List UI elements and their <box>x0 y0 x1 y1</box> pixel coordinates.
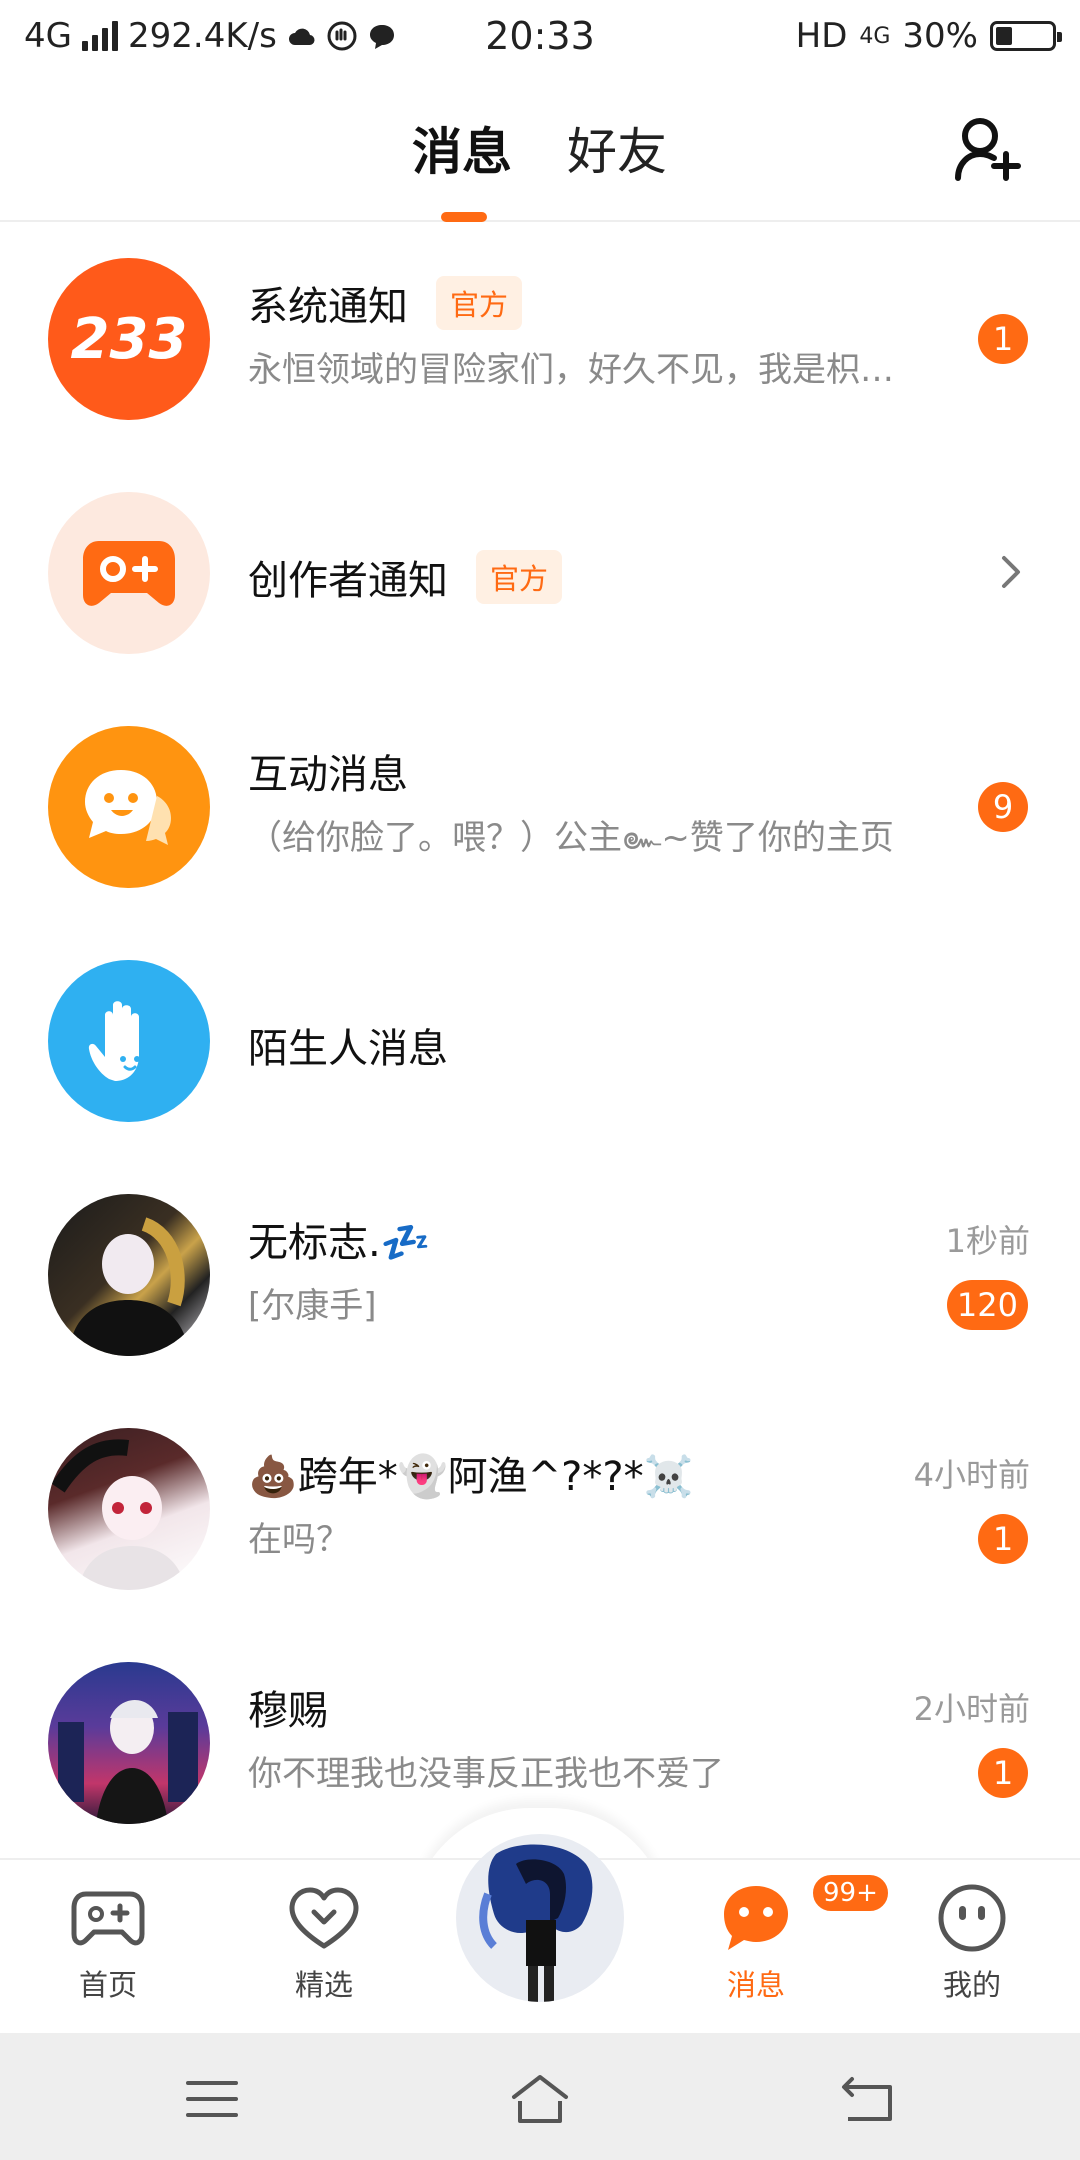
avatar <box>48 1428 210 1590</box>
unread-count: 9 <box>978 782 1028 832</box>
character-avatar <box>479 1844 593 2002</box>
smile-bubble-icon <box>85 770 171 845</box>
nav-me[interactable]: 我的 <box>892 1880 1052 2004</box>
heart-chat-icon <box>289 1887 359 1949</box>
item-preview: 永恒领域的冒险家们，好久不见，我是枳… <box>248 350 894 390</box>
status-bar: 4G 292.4K/s 20:33 HD 4G 30% <box>0 0 1080 72</box>
item-title: 创作者通知 <box>248 558 448 604</box>
unread-count: 1 <box>978 314 1028 364</box>
nav-unread-badge: 99+ <box>810 1872 891 1914</box>
item-time: 1秒前 <box>945 1222 1030 1260</box>
tab-messages[interactable]: 消息 <box>412 112 512 184</box>
face-icon <box>938 1884 1006 1952</box>
unread-count: 1 <box>978 1748 1028 1798</box>
list-item-system-notice[interactable]: 233 系统通知 官方 永恒领域的冒险家们，好久不见，我是枳… 1 <box>0 222 1080 456</box>
hand-wave-icon <box>88 1001 140 1081</box>
chat-app-icon <box>369 25 394 49</box>
official-badge: 官方 <box>476 550 563 604</box>
list-item-chat[interactable]: 无标志.💤 [尔康手] 1秒前 120 <box>0 1158 1080 1392</box>
system-avatar: 233 <box>48 258 210 420</box>
item-title: 无标志.💤 <box>248 1220 431 1266</box>
message-bubble-icon <box>724 1886 788 1950</box>
item-title: 穆赐 <box>248 1688 328 1734</box>
nav-home[interactable]: 首页 <box>28 1880 188 2004</box>
system-nav-bar <box>0 2033 1080 2160</box>
avatar <box>48 1194 210 1356</box>
menu-icon[interactable] <box>182 2071 242 2127</box>
nav-messages[interactable]: 99+ 消息 <box>676 1872 891 2004</box>
item-preview: [尔康手] <box>248 1286 377 1326</box>
network-type: 4G <box>24 16 72 56</box>
nav-label: 我的 <box>942 1968 1001 2002</box>
cloud-icon <box>288 28 315 46</box>
item-time: 2小时前 <box>913 1690 1030 1728</box>
user-figure-icon <box>68 1217 190 1356</box>
interaction-avatar <box>48 726 210 888</box>
unread-count: 1 <box>978 1514 1028 1564</box>
user-figure-icon <box>51 1439 186 1590</box>
chevron-right-icon <box>1002 556 1020 588</box>
official-badge: 官方 <box>436 276 523 330</box>
item-preview: （给你脸了。喂？）公主๛~赞了你的主页 <box>248 818 894 858</box>
header: 消息 好友 <box>0 72 1080 222</box>
stranger-avatar <box>48 960 210 1122</box>
item-preview: 你不理我也没事反正我也不爱了 <box>248 1754 724 1794</box>
network-type-2: 4G <box>859 23 891 49</box>
list-item-chat[interactable]: 💩跨年*👻阿渔^?*?*☠️ 在吗？ 4小时前 1 <box>0 1392 1080 1626</box>
message-list: 233 系统通知 官方 永恒领域的冒险家们，好久不见，我是枳… 1 创作者通知 … <box>0 222 1080 1860</box>
tab-friends[interactable]: 好友 <box>567 112 667 184</box>
center-avatar-button[interactable] <box>456 1834 624 2002</box>
hand-app-icon <box>327 21 357 51</box>
add-friend-icon[interactable] <box>950 112 1022 184</box>
network-speed: 292.4K/s <box>127 16 277 56</box>
item-title: 💩跨年*👻阿渔^?*?*☠️ <box>248 1454 694 1500</box>
list-item-interaction[interactable]: 互动消息 （给你脸了。喂？）公主๛~赞了你的主页 9 <box>0 690 1080 924</box>
gamepad-icon <box>83 541 175 606</box>
list-item-stranger[interactable]: 陌生人消息 <box>0 924 1080 1158</box>
creator-avatar <box>48 492 210 654</box>
list-item-creator-notice[interactable]: 创作者通知 官方 <box>0 456 1080 690</box>
system-avatar-text: 233 <box>70 306 188 372</box>
battery-percent: 30% <box>902 16 978 56</box>
active-tab-indicator <box>441 212 487 222</box>
battery-icon <box>990 21 1062 51</box>
hd-indicator: HD <box>795 16 848 56</box>
back-icon[interactable] <box>838 2071 898 2127</box>
gamepad-icon <box>71 1891 145 1946</box>
nav-label: 消息 <box>726 1968 785 2002</box>
item-preview: 在吗？ <box>248 1520 350 1560</box>
item-time: 4小时前 <box>913 1456 1030 1494</box>
avatar <box>48 1662 210 1824</box>
unread-count: 120 <box>946 1280 1028 1330</box>
item-title: 互动消息 <box>248 752 408 798</box>
item-title: 系统通知 <box>248 284 408 330</box>
user-figure-icon <box>58 1700 198 1824</box>
item-title: 陌生人消息 <box>248 1026 448 1072</box>
nav-featured[interactable]: 精选 <box>244 1880 404 2004</box>
nav-label: 精选 <box>294 1968 353 2002</box>
home-icon[interactable] <box>510 2071 570 2127</box>
signal-icon <box>81 21 118 51</box>
nav-label: 首页 <box>78 1968 137 2002</box>
